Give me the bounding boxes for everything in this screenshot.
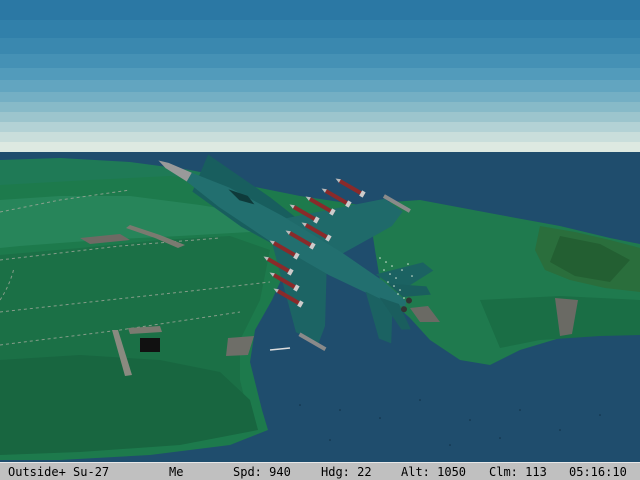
pilot-label: Me (169, 465, 184, 479)
flight-scene (0, 0, 640, 462)
view-mode-label: Outside+ Su-27 (8, 465, 110, 479)
clock-readout: 05:16:10 (569, 465, 627, 479)
speed-readout: Spd: 940 (233, 465, 291, 479)
heading-readout: Hdg: 22 (321, 465, 372, 479)
status-bar: Outside+ Su-27 Me Spd: 940 Hdg: 22 Alt: … (0, 462, 640, 480)
game-viewport[interactable] (0, 0, 640, 462)
climb-readout: Clm: 113 (489, 465, 547, 479)
altitude-readout: Alt: 1050 (401, 465, 467, 479)
sky (0, 0, 640, 152)
